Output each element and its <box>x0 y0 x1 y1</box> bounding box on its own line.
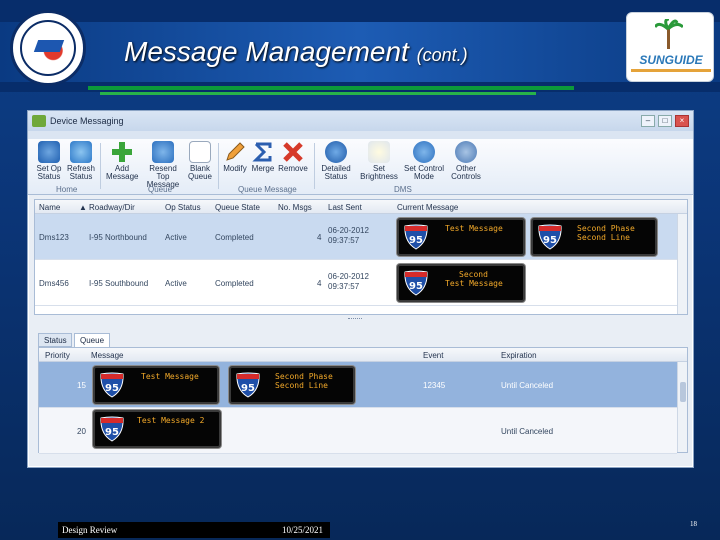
sunguide-logo: SUNGUIDE <box>626 12 714 82</box>
window-title: Device Messaging <box>50 116 124 126</box>
col-roadway[interactable]: Roadway/Dir <box>89 203 135 212</box>
footer-bar: Design Review 10/25/2021 <box>58 522 330 538</box>
pencil-icon <box>224 141 246 163</box>
group-queue-message: Queue Message <box>238 185 297 194</box>
power-icon <box>38 141 60 163</box>
col-message[interactable]: Message <box>91 351 123 360</box>
interstate-shield-icon: 95 <box>100 416 124 442</box>
gear-icon <box>455 141 477 163</box>
col-queue-state[interactable]: Queue State <box>215 203 260 212</box>
minimize-button[interactable]: – <box>641 115 655 127</box>
maximize-button[interactable]: □ <box>658 115 672 127</box>
x-icon <box>282 141 304 163</box>
svg-text:95: 95 <box>105 427 119 438</box>
group-home: Home <box>56 185 78 194</box>
col-last-sent[interactable]: Last Sent <box>328 203 362 212</box>
resend-top-message-button[interactable]: Resend Top Message <box>142 141 184 189</box>
modify-button[interactable]: Modify <box>222 141 248 173</box>
other-controls-button[interactable]: Other Controls <box>448 141 484 181</box>
phone-icon <box>413 141 435 163</box>
ribbon: Set Op Status Refresh Status Add Message Re… <box>28 139 693 195</box>
dms-sign: 95 Test Message <box>93 366 219 404</box>
remove-button[interactable]: Remove <box>278 141 308 173</box>
app-icon <box>32 115 46 127</box>
close-button[interactable]: × <box>675 115 689 127</box>
dms-sign: 95 Test Message 2 <box>93 410 221 448</box>
col-name[interactable]: Name <box>39 203 60 212</box>
fdot-seal-logo <box>10 10 86 86</box>
plus-icon <box>111 141 133 163</box>
blank-page-icon <box>189 141 211 163</box>
col-no-msgs[interactable]: No. Msgs <box>278 203 312 212</box>
device-messaging-window: Device Messaging – □ × Set Op Status Refr… <box>27 110 694 468</box>
palm-icon <box>655 19 683 49</box>
dms-sign: 95 Second Phase Second Line <box>229 366 355 404</box>
interstate-shield-icon: 95 <box>236 372 260 398</box>
page-number: 18 <box>690 520 697 528</box>
slide-title: Message Management (cont.) <box>124 36 468 68</box>
refresh-status-button[interactable]: Refresh Status <box>66 141 96 181</box>
logo-wordmark: SUNGUIDE <box>639 53 703 67</box>
dms-sign: 95 Test Message <box>397 218 525 256</box>
footer-label: Design Review <box>62 525 118 535</box>
set-op-status-button[interactable]: Set Op Status <box>34 141 64 181</box>
interstate-shield-icon: 95 <box>404 270 428 296</box>
set-brightness-button[interactable]: Set Brightness <box>358 141 400 181</box>
queue-grid-scrollbar[interactable] <box>677 362 687 452</box>
interstate-shield-icon: 95 <box>100 372 124 398</box>
queue-grid: Priority Message Event Expiration 15 123… <box>38 347 688 454</box>
green-divider <box>88 86 574 90</box>
scrollbar-thumb[interactable] <box>680 382 686 402</box>
refresh-icon <box>70 141 92 163</box>
tab-status[interactable]: Status <box>38 333 72 347</box>
tab-queue[interactable]: Queue <box>74 333 110 348</box>
table-row[interactable]: 20 Until Canceled 95 Test Message 2 <box>39 408 677 454</box>
queue-grid-header: Priority Message Event Expiration <box>39 348 687 362</box>
col-op-status[interactable]: Op Status <box>165 203 201 212</box>
blank-queue-button[interactable]: Blank Queue <box>186 141 214 181</box>
quick-access-bar <box>28 131 693 139</box>
dms-grid-scrollbar[interactable] <box>677 214 687 314</box>
green-divider-2 <box>100 92 536 95</box>
group-dms: DMS <box>394 185 412 194</box>
pane-splitter[interactable] <box>348 318 362 320</box>
merge-button[interactable]: Merge <box>250 141 276 173</box>
title-main: Message Management <box>124 36 409 67</box>
svg-text:95: 95 <box>409 281 423 292</box>
interstate-shield-icon: 95 <box>538 224 562 250</box>
table-row[interactable]: Dms456 I-95 Southbound Active Completed … <box>35 260 687 306</box>
sigma-icon <box>252 141 274 163</box>
dms-grid: Name ▲ Roadway/Dir Op Status Queue State… <box>34 199 688 315</box>
col-event[interactable]: Event <box>423 351 443 360</box>
dms-sign: 95 Second Phase Second Line <box>531 218 657 256</box>
dms-sign: 95 Second Test Message <box>397 264 525 302</box>
group-queue: Queue <box>148 185 173 194</box>
footer-date: 10/25/2021 <box>282 525 324 535</box>
svg-text:95: 95 <box>105 383 119 394</box>
dms-grid-header: Name ▲ Roadway/Dir Op Status Queue State… <box>35 200 687 214</box>
title-sub: (cont.) <box>416 45 468 65</box>
table-row[interactable]: 15 12345 Until Canceled 95 Test Message … <box>39 362 677 408</box>
svg-text:95: 95 <box>409 235 423 246</box>
table-row[interactable]: Dms123 I-95 Northbound Active Completed … <box>35 214 687 260</box>
set-control-mode-button[interactable]: Set Control Mode <box>402 141 446 181</box>
resend-icon <box>152 141 174 163</box>
col-expiration[interactable]: Expiration <box>501 351 537 360</box>
sort-arrow-icon: ▲ <box>79 203 87 212</box>
info-icon <box>325 141 347 163</box>
svg-text:95: 95 <box>241 383 255 394</box>
detailed-status-button[interactable]: Detailed Status <box>318 141 354 181</box>
add-message-button[interactable]: Add Message <box>106 141 138 181</box>
svg-text:95: 95 <box>543 235 557 246</box>
interstate-shield-icon: 95 <box>404 224 428 250</box>
col-priority[interactable]: Priority <box>45 351 70 360</box>
window-titlebar: Device Messaging – □ × <box>28 111 693 131</box>
bulb-icon <box>368 141 390 163</box>
col-current-message[interactable]: Current Message <box>397 203 458 212</box>
